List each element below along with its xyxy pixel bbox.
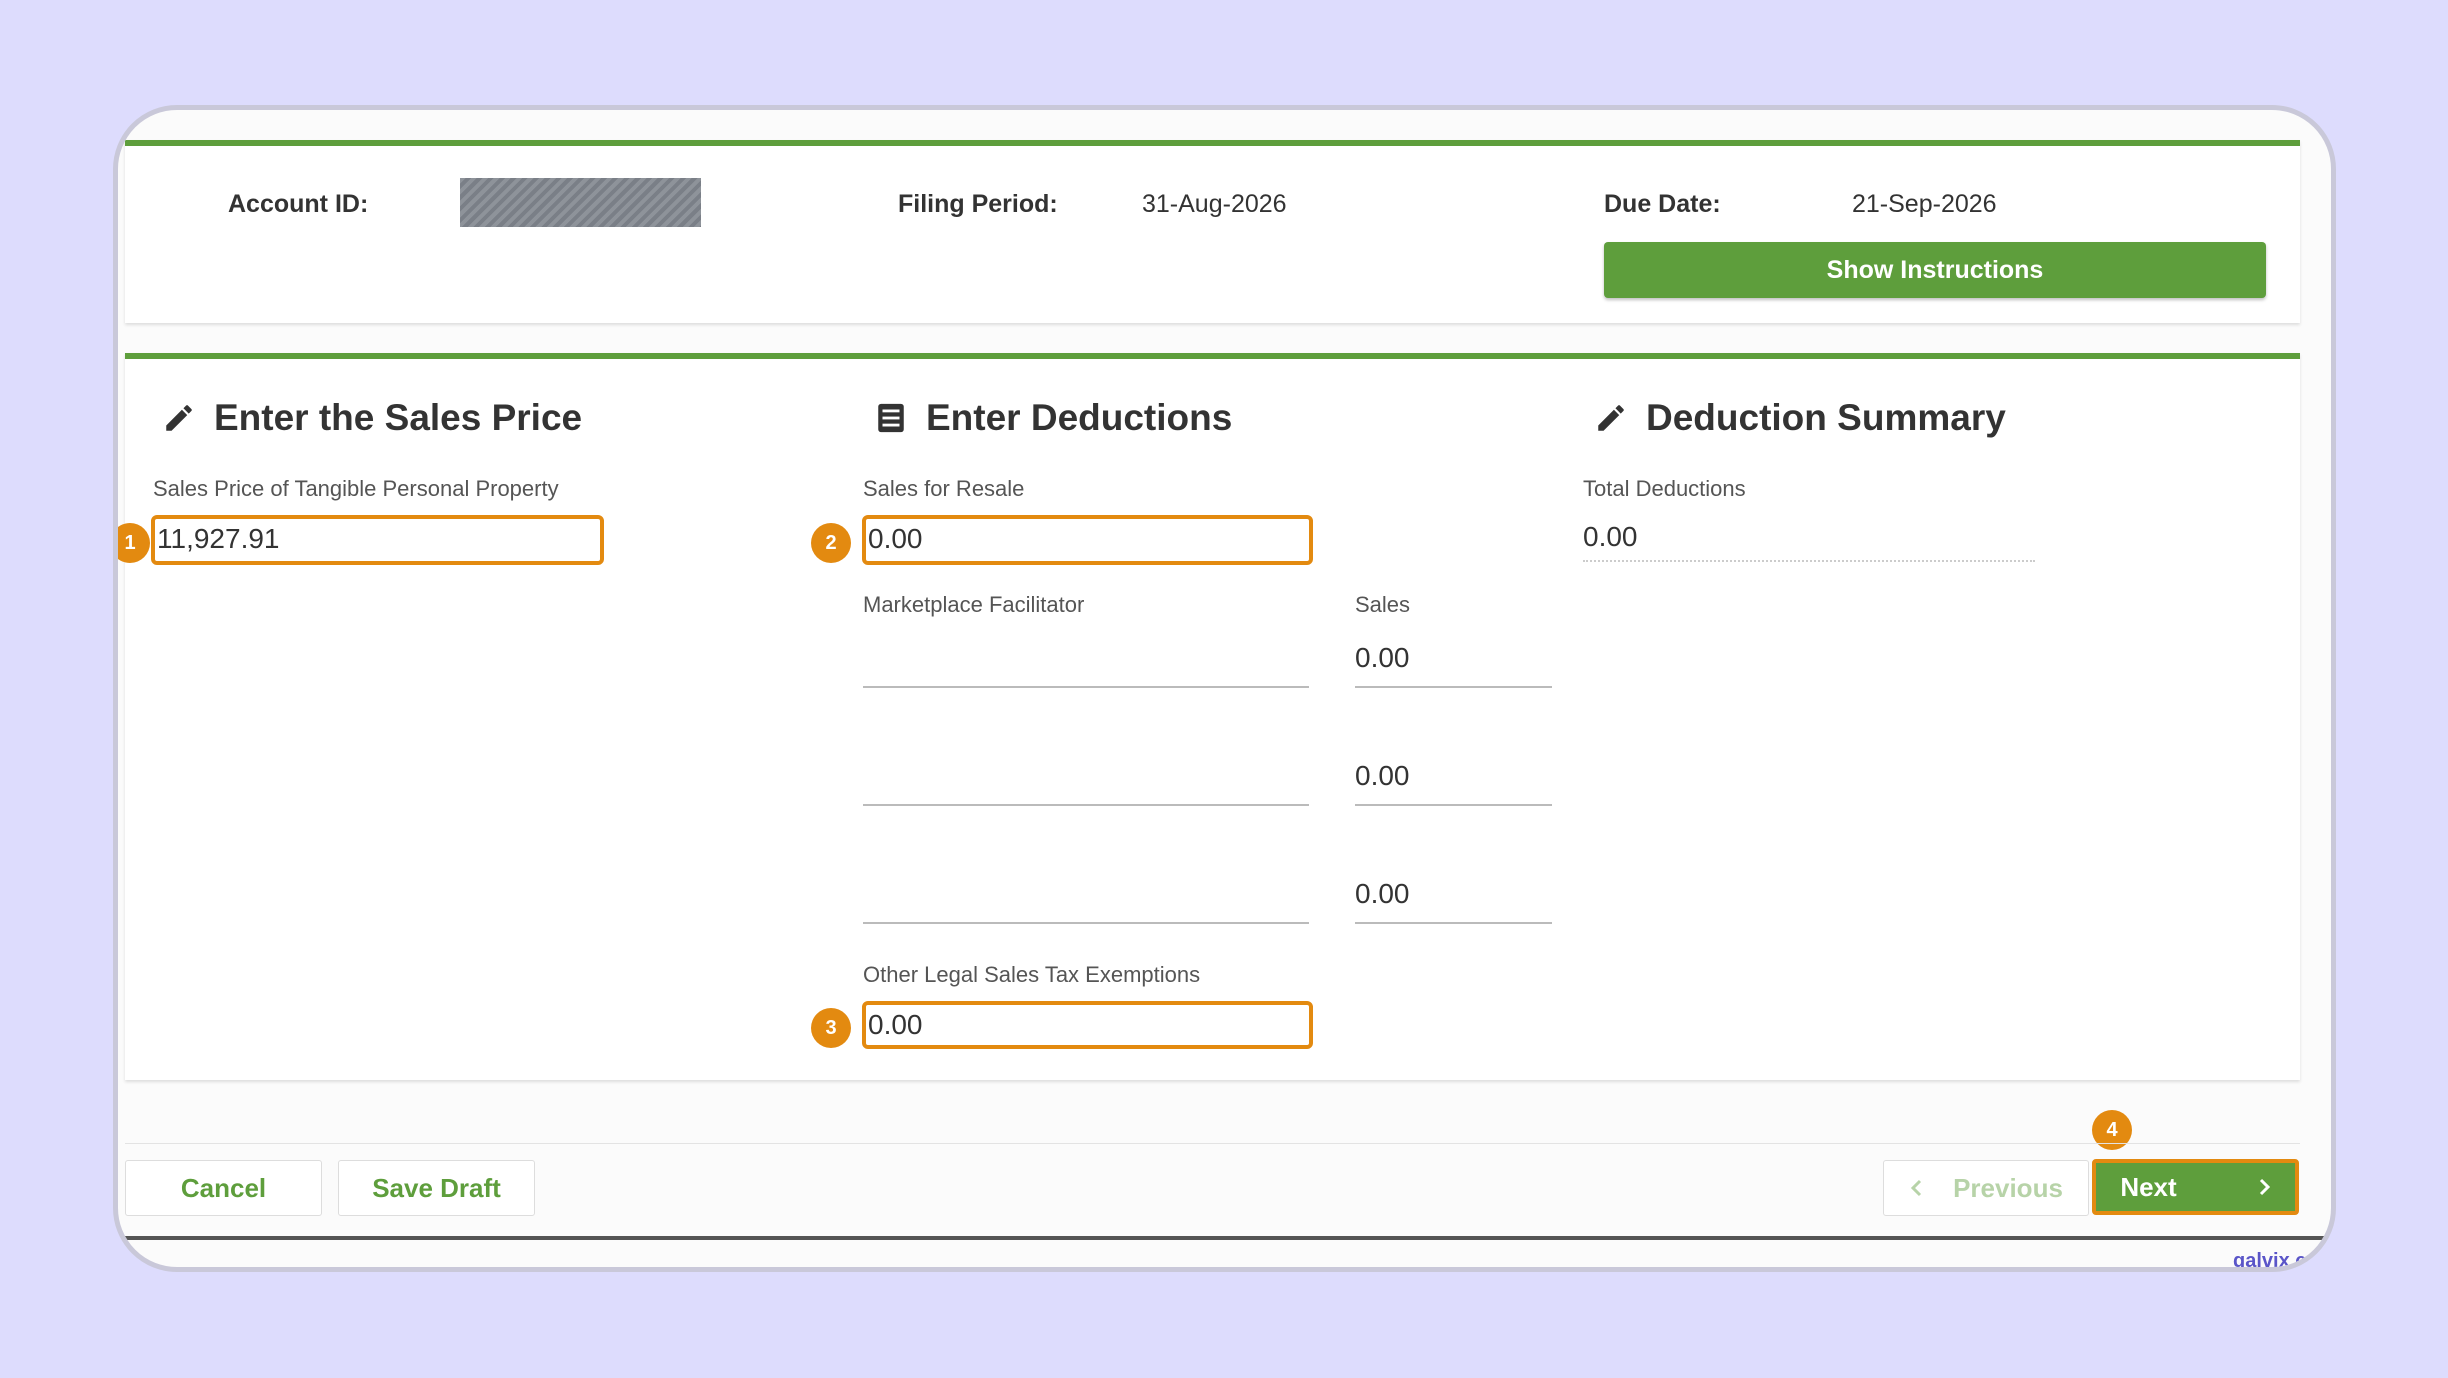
step-badge-3: 3 (811, 1008, 851, 1048)
sales-price-heading: Enter the Sales Price (162, 397, 582, 439)
watermark: galvix.co (2233, 1250, 2319, 1272)
next-label: Next (2120, 1171, 2177, 1202)
cancel-button[interactable]: Cancel (125, 1160, 322, 1216)
deductions-title: Enter Deductions (926, 397, 1233, 438)
step-badge-4: 4 (2092, 1110, 2132, 1150)
previous-label: Previous (1953, 1172, 2063, 1203)
due-date-label: Due Date: (1604, 190, 1721, 218)
filing-period-label: Filing Period: (898, 190, 1058, 218)
account-id-label: Account ID: (228, 190, 369, 218)
deductions-heading: Enter Deductions (874, 397, 1232, 439)
previous-button[interactable]: Previous (1883, 1160, 2089, 1216)
chevron-right-icon (2259, 1178, 2270, 1196)
footer-divider (125, 1143, 2300, 1144)
sales-price-title: Enter the Sales Price (214, 397, 583, 438)
facilitator-sales-input-2[interactable] (1355, 804, 1552, 806)
marketplace-facilitator-label: Marketplace Facilitator (863, 592, 1085, 617)
step-badge-2: 2 (811, 523, 851, 563)
chevron-left-icon (1910, 1179, 1922, 1197)
pencil-icon (166, 405, 192, 431)
deduction-summary-title: Deduction Summary (1646, 397, 2006, 438)
facilitator-name-input-3[interactable] (863, 922, 1309, 924)
total-deductions-underline (1583, 560, 2035, 562)
total-deductions-label: Total Deductions (1583, 476, 1746, 501)
filing-header: Account ID: Filing Period: 31-Aug-2026 D… (125, 140, 2300, 323)
facilitator-sales-input-3[interactable] (1355, 922, 1552, 924)
other-exemptions-input[interactable]: 0.00 (862, 1001, 1313, 1049)
facilitator-sales-value-3[interactable]: 0.00 (1355, 878, 1410, 910)
app-window: Account ID: Filing Period: 31-Aug-2026 D… (113, 105, 2336, 1272)
facilitator-sales-input-1[interactable] (1355, 686, 1552, 688)
facilitator-name-input-1[interactable] (863, 686, 1309, 688)
filing-period-value: 31-Aug-2026 (1142, 190, 1287, 218)
save-draft-button[interactable]: Save Draft (338, 1160, 535, 1216)
sales-for-resale-input[interactable]: 0.00 (862, 515, 1313, 565)
deduction-summary-heading: Deduction Summary (1594, 397, 2006, 439)
sales-for-resale-label: Sales for Resale (863, 476, 1025, 501)
deductions-form: Enter the Sales Price Sales Price of Tan… (125, 353, 2300, 1080)
list-icon (878, 403, 904, 433)
facilitator-sales-value-2[interactable]: 0.00 (1355, 760, 1410, 792)
bottom-bar (118, 1236, 2331, 1240)
sales-column-label: Sales (1355, 592, 1411, 617)
sales-price-field-label: Sales Price of Tangible Personal Propert… (153, 476, 559, 501)
pencil-icon (1598, 405, 1624, 431)
account-id-redacted (460, 178, 701, 227)
facilitator-sales-value-1[interactable]: 0.00 (1355, 642, 1410, 674)
sales-price-input[interactable]: 11,927.91 (151, 515, 604, 565)
other-exemptions-label: Other Legal Sales Tax Exemptions (863, 962, 1201, 987)
next-button[interactable]: Next (2092, 1159, 2299, 1215)
total-deductions-value: 0.00 (1583, 521, 1638, 552)
show-instructions-button[interactable]: Show Instructions (1604, 242, 2266, 298)
facilitator-name-input-2[interactable] (863, 804, 1309, 806)
due-date-value: 21-Sep-2026 (1852, 190, 1997, 218)
